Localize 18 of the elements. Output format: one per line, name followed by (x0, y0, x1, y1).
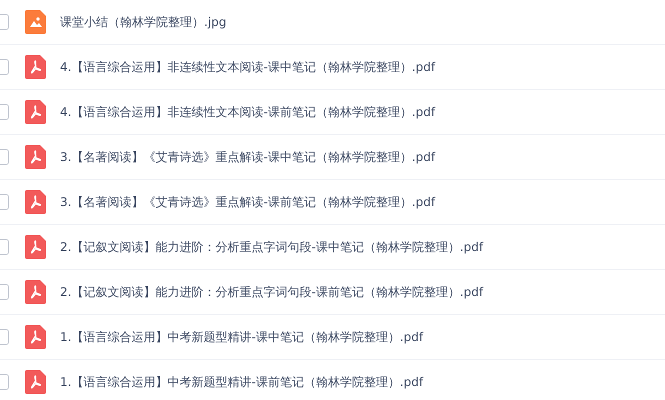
file-name[interactable]: 4.【语言综合运用】非连续性文本阅读-课前笔记（翰林学院整理）.pdf (60, 104, 436, 120)
pdf-file-icon (25, 190, 46, 214)
file-name[interactable]: 3.【名著阅读】《艾青诗选》重点解读-课中笔记（翰林学院整理）.pdf (60, 148, 436, 166)
pdf-file-icon (25, 325, 46, 349)
pdf-file-icon (25, 235, 46, 259)
pdf-file-icon (25, 55, 46, 79)
image-file-icon (25, 10, 46, 34)
file-name[interactable]: 2.【记叙文阅读】能力进阶：分析重点字词句段-课前笔记（翰林学院整理）.pdf (60, 284, 484, 300)
pdf-file-icon (25, 370, 46, 394)
file-name[interactable]: 课堂小结（翰林学院整理）.jpg (60, 14, 226, 30)
file-name[interactable]: 4.【语言综合运用】非连续性文本阅读-课中笔记（翰林学院整理）.pdf (60, 58, 436, 76)
file-name[interactable]: 1.【语言综合运用】中考新题型精讲-课中笔记（翰林学院整理）.pdf (60, 328, 424, 346)
pdf-file-icon (25, 145, 46, 169)
file-name[interactable]: 1.【语言综合运用】中考新题型精讲-课前笔记（翰林学院整理）.pdf (60, 374, 424, 390)
pdf-file-icon (25, 100, 46, 124)
file-name[interactable]: 3.【名著阅读】《艾青诗选》重点解读-课前笔记（翰林学院整理）.pdf (60, 194, 436, 210)
pdf-file-icon (25, 280, 46, 304)
file-name[interactable]: 2.【记叙文阅读】能力进阶：分析重点字词句段-课中笔记（翰林学院整理）.pdf (60, 238, 484, 256)
